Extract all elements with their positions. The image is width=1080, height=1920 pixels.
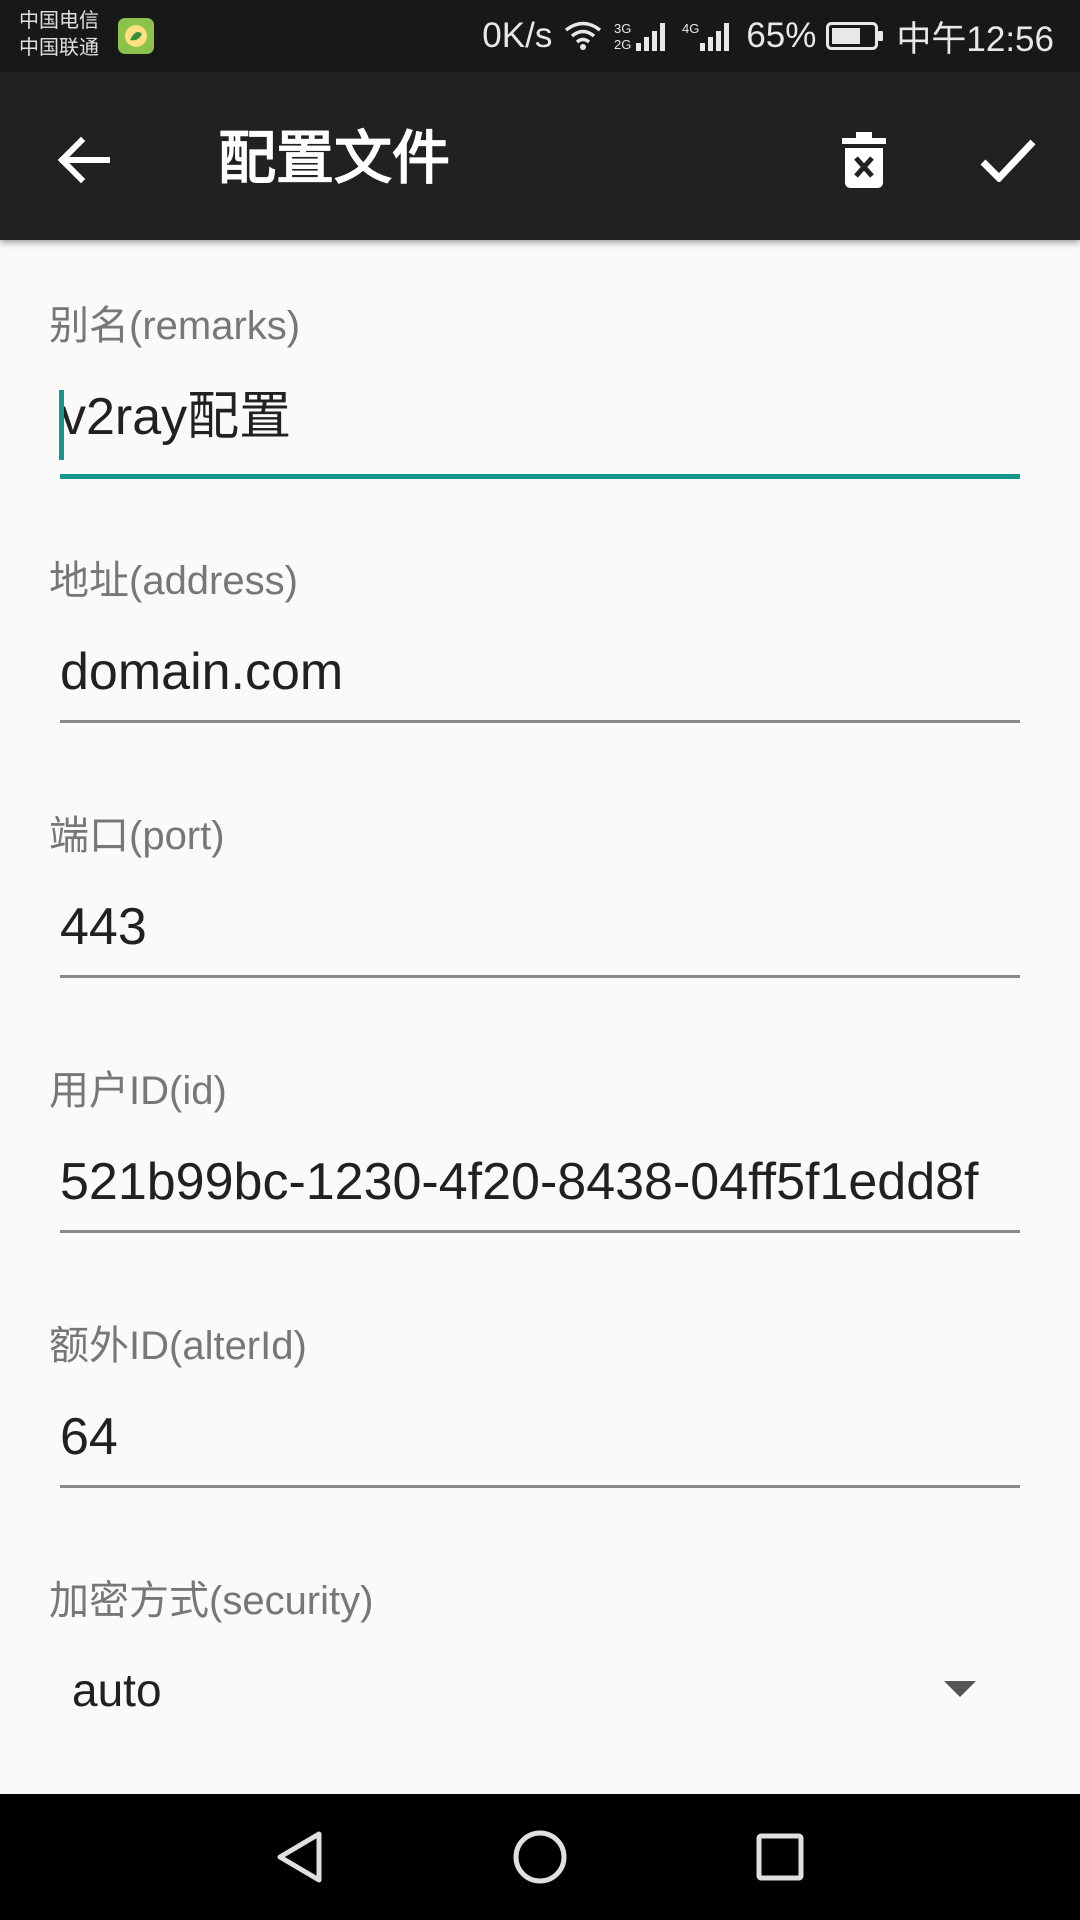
system-navigation-bar [0, 1794, 1080, 1920]
dropdown-arrow-icon [944, 1681, 976, 1697]
app-toolbar: 配置文件 [0, 72, 1080, 240]
address-underline [60, 720, 1020, 723]
battery-percent: 65% [746, 16, 817, 55]
save-button[interactable] [964, 116, 1052, 204]
arrow-back-icon [57, 136, 110, 184]
carrier-info: 中国电信 中国联通 [19, 8, 99, 62]
id-field: 用户ID(id) 521b99bc-1230-4f20-8438-04ff5f1… [0, 1005, 1080, 1260]
address-field: 地址(address) domain.com [0, 495, 1080, 750]
id-underline [60, 1230, 1020, 1233]
security-value: auto [72, 1664, 162, 1716]
net-speed: 0K/s [482, 16, 553, 55]
check-icon [980, 139, 1036, 182]
port-field: 端口(port) 443 [0, 750, 1080, 1005]
nav-back-icon [277, 1831, 322, 1883]
signal-4g-icon: 4G [682, 19, 734, 53]
status-bar: 中国电信 中国联通 0K/s 3G 2G 4G 65% 中午12:56 [0, 0, 1080, 72]
address-input[interactable]: domain.com [60, 637, 1020, 707]
app-notification-icon [118, 18, 154, 54]
port-input[interactable]: 443 [60, 892, 1020, 962]
alter-id-field: 额外ID(alterId) 64 [0, 1260, 1080, 1515]
nav-recents-icon [756, 1833, 804, 1881]
svg-text:3G: 3G [614, 21, 631, 36]
id-input[interactable]: 521b99bc-1230-4f20-8438-04ff5f1edd8f [60, 1147, 1020, 1217]
security-label: 加密方式(security) [49, 1579, 374, 1623]
port-underline [60, 975, 1020, 978]
remarks-field: 别名(remarks) v2ray配置 [0, 240, 1080, 495]
battery-icon [826, 22, 884, 50]
id-label: 用户ID(id) [49, 1069, 227, 1113]
page-title: 配置文件 [218, 126, 451, 191]
svg-text:2G: 2G [614, 37, 631, 52]
signal-3g-2g-icon: 3G 2G [614, 19, 670, 53]
nav-home-icon [513, 1830, 567, 1884]
remarks-underline [60, 474, 1020, 479]
svg-text:4G: 4G [682, 21, 699, 36]
status-indicators: 0K/s 3G 2G 4G 65% 中午12:56 [482, 0, 1054, 72]
remarks-input[interactable]: v2ray配置 [60, 382, 1020, 452]
delete-icon [842, 132, 886, 188]
alter-id-underline [60, 1485, 1020, 1488]
carrier-secondary: 中国联通 [19, 37, 99, 59]
security-field: 加密方式(security) auto [0, 1515, 1080, 1770]
back-button[interactable] [40, 116, 128, 204]
address-label: 地址(address) [49, 559, 298, 603]
alter-id-input[interactable]: 64 [60, 1402, 1020, 1472]
nav-home-button[interactable] [500, 1822, 580, 1892]
clock: 中午12:56 [896, 19, 1054, 59]
nav-recents-button[interactable] [740, 1822, 820, 1892]
alter-id-label: 额外ID(alterId) [49, 1324, 307, 1368]
wifi-icon [564, 21, 602, 51]
nav-back-button[interactable] [260, 1822, 340, 1892]
security-select[interactable]: auto [40, 1635, 1020, 1745]
port-label: 端口(port) [49, 814, 225, 858]
carrier-primary: 中国电信 [19, 10, 99, 32]
remarks-label: 别名(remarks) [49, 304, 301, 348]
text-cursor [59, 390, 64, 460]
delete-button[interactable] [820, 116, 908, 204]
battery-status: 65% [746, 16, 884, 56]
